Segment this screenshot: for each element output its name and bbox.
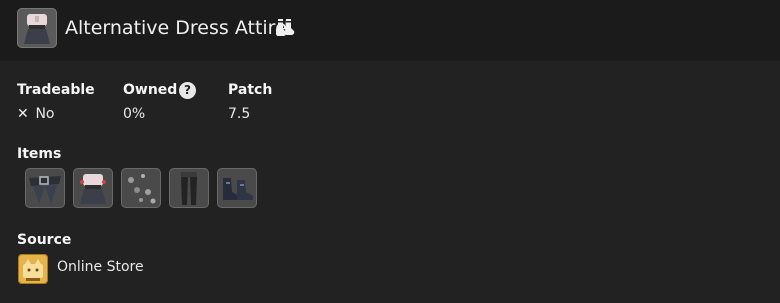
belt-icon[interactable]: [25, 168, 65, 208]
leggings-icon[interactable]: [169, 168, 209, 208]
online-store-icon: [18, 254, 48, 284]
owned-value: 0%: [123, 106, 146, 122]
tradeable-value-text: No: [35, 106, 55, 122]
boots-icon[interactable]: [217, 168, 257, 208]
owned-label: Owned: [123, 82, 178, 98]
patch-label: Patch: [228, 82, 273, 98]
help-icon[interactable]: ?: [179, 82, 196, 99]
tradeable-label: Tradeable: [17, 82, 95, 98]
page-title: Alternative Dress Attire: [65, 17, 287, 39]
earrings-icon[interactable]: [121, 168, 161, 208]
x-icon: ✕: [17, 106, 29, 122]
patch-value: 7.5: [228, 106, 251, 122]
source-value[interactable]: Online Store: [57, 259, 144, 275]
source-label: Source: [17, 232, 72, 248]
dress-attire-icon[interactable]: [73, 168, 113, 208]
tradeable-value: ✕ No: [17, 106, 55, 122]
header: Alternative Dress Attire: [0, 0, 780, 61]
dress-attire-icon[interactable]: [17, 8, 57, 48]
socks-icon: [274, 17, 296, 39]
items-label: Items: [17, 146, 62, 162]
